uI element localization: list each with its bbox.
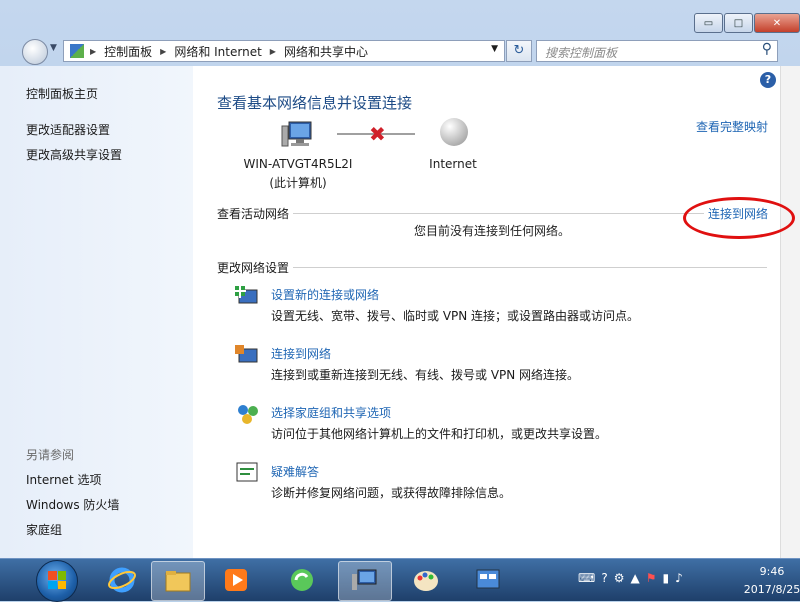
- paint-taskbar-icon[interactable]: [400, 561, 452, 599]
- full-map-link[interactable]: 查看完整映射: [696, 118, 768, 135]
- task-new-connection-desc: 设置无线、宽带、拨号、临时或 VPN 连接；或设置路由器或访问点。: [271, 309, 640, 323]
- search-input[interactable]: 搜索控制面板 ⚲: [536, 40, 778, 62]
- maximize-button[interactable]: □: [724, 13, 753, 33]
- task-new-connection-link[interactable]: 设置新的连接或网络: [271, 286, 379, 303]
- task-troubleshoot-desc: 诊断并修复网络问题，或获得故障排除信息。: [271, 486, 512, 500]
- sidebar-item-homegroup[interactable]: 家庭组: [26, 521, 62, 538]
- sidebar-item-internet-options[interactable]: Internet 选项: [26, 471, 101, 488]
- internet-label: Internet: [429, 157, 477, 171]
- clock-date: 2017/8/25: [743, 583, 800, 596]
- network-tray-icon[interactable]: ▮: [662, 571, 669, 585]
- start-button[interactable]: [36, 560, 78, 602]
- sidebar-item-control-panel-home[interactable]: 控制面板主页: [26, 85, 98, 102]
- control-panel-taskbar-icon[interactable]: [462, 561, 514, 599]
- window-controls: ▭ □ ✕: [693, 13, 800, 33]
- sidebar: 控制面板主页 更改适配器设置 更改高级共享设置 另请参阅 Internet 选项…: [0, 66, 193, 558]
- homegroup-icon: [238, 405, 258, 424]
- control-panel-icon: [70, 44, 84, 58]
- breadcrumb-separator-icon: ▶: [269, 46, 276, 56]
- breadcrumb-control-panel[interactable]: 控制面板: [104, 43, 152, 60]
- scrollbar[interactable]: [780, 66, 800, 558]
- ie-taskbar-icon[interactable]: [96, 561, 148, 599]
- sidebar-item-windows-firewall[interactable]: Windows 防火墙: [26, 496, 119, 513]
- disconnected-icon[interactable]: ✖: [369, 122, 386, 146]
- highlight-annotation: [683, 197, 795, 239]
- search-icon[interactable]: ⚲: [762, 41, 772, 57]
- taskbar: ⌨ ? ⚙ ▲ ⚑ ▮ ♪ 9:46 2017/8/25: [0, 558, 800, 602]
- clock-time: 9:46: [759, 565, 785, 578]
- recent-pages-dropdown[interactable]: ▼: [50, 43, 57, 53]
- clock[interactable]: 9:46 2017/8/25: [742, 563, 800, 599]
- see-also-heading: 另请参阅: [26, 448, 75, 462]
- network-center-taskbar-icon[interactable]: [338, 561, 392, 601]
- sidebar-item-change-adapter[interactable]: 更改适配器设置: [26, 121, 110, 138]
- help-tray-icon[interactable]: ?: [601, 571, 607, 585]
- page-title: 查看基本网络信息并设置连接: [217, 94, 413, 112]
- section-divider: [217, 267, 767, 268]
- no-connection-message: 您目前没有连接到任何网络。: [414, 224, 571, 238]
- windows-logo-icon: [48, 571, 66, 589]
- sync-taskbar-icon[interactable]: [276, 561, 328, 599]
- system-tray: ⌨ ? ⚙ ▲ ⚑ ▮ ♪: [578, 571, 683, 585]
- volume-icon[interactable]: ♪: [675, 571, 683, 585]
- connect-network-icon: [235, 345, 258, 363]
- computer-name: WIN-ATVGT4R5L2I: [243, 157, 353, 171]
- breadcrumb-network-internet[interactable]: 网络和 Internet: [174, 43, 261, 60]
- internet-globe-icon[interactable]: [440, 118, 468, 146]
- address-dropdown-icon[interactable]: ▼: [491, 44, 498, 54]
- search-placeholder: 搜索控制面板: [545, 46, 618, 60]
- action-center-flag-icon[interactable]: ⚑: [646, 571, 657, 585]
- computer-subtitle: (此计算机): [269, 176, 327, 190]
- show-hidden-icons-icon[interactable]: ▲: [630, 571, 639, 585]
- back-button[interactable]: [22, 39, 48, 65]
- help-icon[interactable]: ?: [760, 72, 776, 88]
- breadcrumb-separator-icon: ▶: [160, 46, 167, 56]
- task-connect-network-desc: 连接到或重新连接到无线、有线、拨号或 VPN 网络连接。: [271, 368, 580, 382]
- breadcrumb-separator-icon: ▶: [90, 46, 97, 56]
- troubleshoot-icon: [236, 462, 258, 482]
- task-connect-network-link[interactable]: 连接到网络: [271, 345, 331, 362]
- sidebar-item-advanced-sharing[interactable]: 更改高级共享设置: [26, 146, 122, 163]
- minimize-button[interactable]: ▭: [694, 13, 723, 33]
- computer-icon[interactable]: [281, 120, 315, 150]
- close-button[interactable]: ✕: [754, 13, 800, 33]
- main-content: ? 查看基本网络信息并设置连接 查看完整映射 ✖ WIN-ATVGT4R5L2I…: [193, 66, 780, 558]
- change-settings-heading: 更改网络设置: [217, 259, 294, 276]
- input-method-icon[interactable]: ⚙: [614, 571, 625, 585]
- task-homegroup-link[interactable]: 选择家庭组和共享选项: [271, 404, 391, 421]
- address-bar[interactable]: ▶ 控制面板 ▶ 网络和 Internet ▶ 网络和共享中心 ▼: [63, 40, 505, 62]
- refresh-button[interactable]: ↻: [506, 40, 532, 62]
- task-troubleshoot-link[interactable]: 疑难解答: [271, 463, 319, 480]
- explorer-taskbar-icon[interactable]: [151, 561, 205, 601]
- task-homegroup-desc: 访问位于其他网络计算机上的文件和打印机，或更改共享设置。: [271, 427, 608, 441]
- active-networks-heading: 查看活动网络: [217, 205, 294, 222]
- breadcrumb-network-sharing-center[interactable]: 网络和共享中心: [284, 43, 368, 60]
- keyboard-icon[interactable]: ⌨: [578, 571, 595, 585]
- new-connection-icon: [235, 284, 258, 304]
- navigation-bar: ▼ ▶ 控制面板 ▶ 网络和 Internet ▶ 网络和共享中心 ▼ ↻ 搜索…: [0, 36, 800, 65]
- media-player-taskbar-icon[interactable]: [210, 561, 262, 599]
